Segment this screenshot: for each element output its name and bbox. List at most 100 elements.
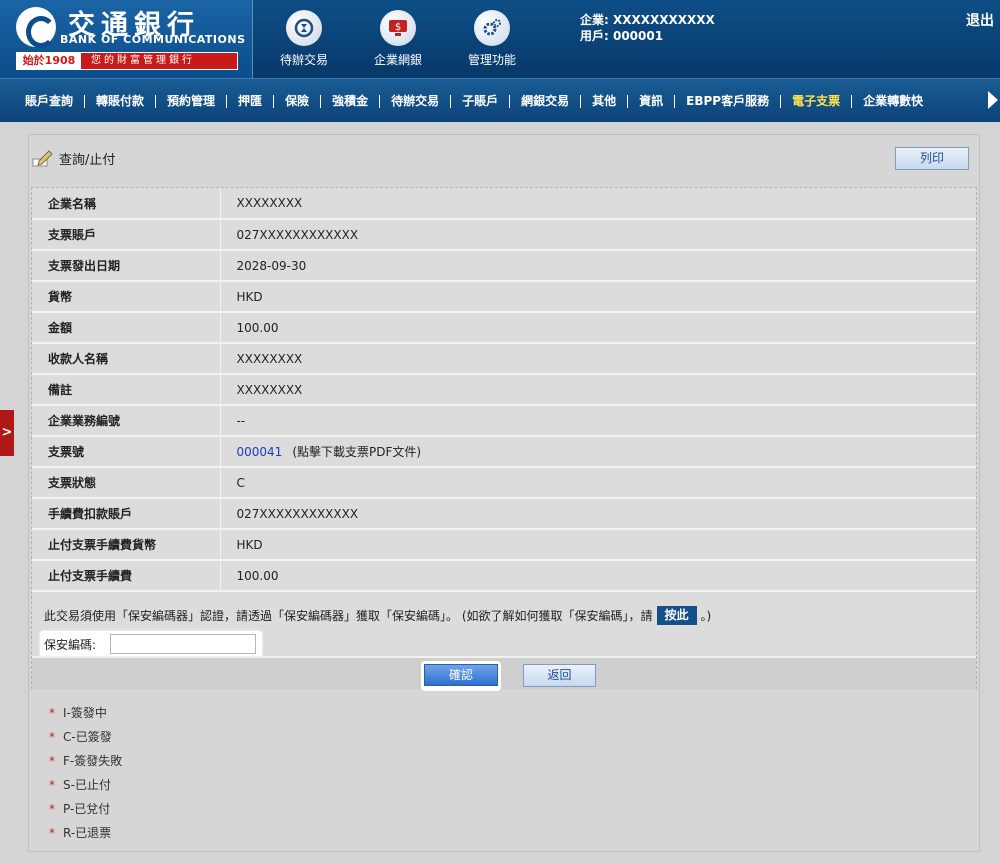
header-management-label: 管理功能: [467, 53, 516, 67]
side-panel-toggle[interactable]: >: [0, 410, 14, 456]
confirm-button-label: 確認: [424, 664, 498, 686]
header-pending-transactions[interactable]: 待辦交易: [259, 10, 349, 68]
legend-star-icon: *: [49, 706, 55, 720]
detail-value: 027XXXXXXXXXXXX: [236, 227, 359, 242]
detail-row: 支票發出日期 2028-09-30: [32, 250, 976, 282]
nav-item[interactable]: 待辦交易: [380, 94, 452, 108]
cheque-number-link[interactable]: 000041: [237, 445, 283, 459]
legend-text: S-已止付: [63, 778, 111, 792]
bank-logo[interactable]: 交通銀行 BANK OF COMMUNICATIONS 始於1908 您的財富管…: [0, 0, 253, 78]
user-line: 用戶: 000001: [580, 29, 664, 43]
detail-key: 止付支票手續費: [32, 560, 221, 592]
nav-item[interactable]: 企業轉數快: [852, 94, 934, 108]
detail-value: 100.00: [236, 320, 279, 335]
legend-text: P-已兌付: [63, 802, 111, 816]
legend-text: C-已簽發: [63, 730, 112, 744]
logout-link[interactable]: 退出: [966, 10, 994, 30]
legend-item: * F-簽發失敗: [49, 749, 122, 773]
detail-row: 止付支票手續費貨幣 HKD: [32, 529, 976, 561]
detail-value-cell: 100.00: [220, 312, 976, 344]
nav-item[interactable]: EBPP客戶服務: [675, 94, 782, 108]
detail-key: 手續費扣款賬戶: [32, 498, 221, 530]
detail-row: 金額 100.00: [32, 312, 976, 344]
legend-item: * P-已兌付: [49, 797, 122, 821]
detail-value-cell: HKD: [220, 529, 976, 561]
nav-item[interactable]: 強積金: [321, 94, 381, 108]
nav-item[interactable]: 押匯: [227, 94, 275, 108]
logo-tagline-strip: 始於1908 您的財富管理銀行: [16, 52, 238, 70]
legend-star-icon: *: [49, 754, 55, 768]
detail-key: 支票號: [32, 436, 221, 468]
security-code-label: 保安編碼:: [44, 637, 97, 652]
cheque-detail-table: 企業名稱 XXXXXXXX 支票賬戶 027XXXXXXXXXXXX 支票發出日期 202…: [32, 188, 976, 592]
detail-key: 備註: [32, 374, 221, 406]
detail-row: 企業名稱 XXXXXXXX: [32, 188, 976, 220]
page-title-text: 查詢/止付: [59, 153, 116, 168]
detail-row: 手續費扣款賬戶 027XXXXXXXXXXXX: [32, 498, 976, 530]
detail-key: 支票狀態: [32, 467, 221, 499]
header-management[interactable]: 管理功能: [447, 10, 537, 68]
security-note-end: 。): [700, 609, 712, 623]
legend-item: * S-已止付: [49, 773, 122, 797]
nav-item[interactable]: 子賬戶: [451, 94, 511, 108]
detail-value-cell: 000041 (點擊下載支票PDF文件): [220, 436, 976, 468]
security-code-input[interactable]: [110, 634, 257, 654]
nav-item[interactable]: 保險: [274, 94, 322, 108]
legend-text: R-已退票: [63, 826, 112, 840]
detail-row: 支票號 000041 (點擊下載支票PDF文件): [32, 436, 976, 468]
legend-text: F-簽發失敗: [63, 754, 123, 768]
logo-since: 始於1908: [17, 53, 81, 69]
action-bar: 確認 返回: [32, 656, 976, 691]
detail-row: 支票狀態 C: [32, 467, 976, 499]
detail-value: XXXXXXXX: [236, 196, 303, 210]
detail-key: 貨幣: [32, 281, 221, 313]
nav-item[interactable]: 電子支票: [781, 94, 853, 108]
detail-value-cell: 100.00: [220, 560, 976, 592]
detail-key: 止付支票手續費貨幣: [32, 529, 221, 561]
nav-item[interactable]: 其他: [581, 94, 629, 108]
click-here-button[interactable]: 按此: [656, 606, 697, 625]
legend-item: * R-已退票: [49, 821, 122, 845]
detail-value: HKD: [236, 537, 263, 552]
detail-key: 支票發出日期: [32, 250, 221, 282]
nav-item[interactable]: 資訊: [628, 94, 676, 108]
detail-value-cell: --: [220, 405, 976, 437]
nav-items: 賬戶查詢 轉賬付款 預約管理 押匯 保險 強積金 待辦交易 子賬戶 網銀交易 其他 資訊 EBPP客戶…: [14, 79, 934, 123]
nav-item[interactable]: 轉賬付款: [85, 94, 157, 108]
nav-item[interactable]: 網銀交易: [510, 94, 582, 108]
nav-scroll-right-icon[interactable]: [988, 91, 998, 109]
detail-value: 027XXXXXXXXXXXX: [236, 506, 359, 521]
detail-value-cell: XXXXXXXX: [220, 343, 976, 375]
detail-key: 企業名稱: [32, 188, 221, 220]
legend-star-icon: *: [49, 730, 55, 744]
header-corporate-banking[interactable]: $ 企業網銀: [353, 10, 443, 68]
cheque-pdf-hint: (點擊下載支票PDF文件): [292, 445, 422, 459]
detail-key: 企業業務編號: [32, 405, 221, 437]
detail-value-cell: XXXXXXXX: [220, 374, 976, 406]
pending-transactions-icon: [286, 10, 322, 46]
detail-row: 貨幣 HKD: [32, 281, 976, 313]
content-panel: 查詢/止付 列印 企業名稱 XXXXXXXX 支票賬戶 027XXXXXXXXXXXX…: [28, 134, 980, 852]
nav-item[interactable]: 賬戶查詢: [14, 94, 86, 108]
detail-value: HKD: [236, 289, 263, 304]
detail-value: XXXXXXXX: [236, 382, 303, 397]
legend-item: * I-簽發中: [49, 701, 122, 725]
back-button[interactable]: 返回: [523, 664, 596, 687]
detail-row: 備註 XXXXXXXX: [32, 374, 976, 406]
bank-name-english: BANK OF COMMUNICATIONS: [60, 33, 246, 46]
legend-text: I-簽發中: [63, 706, 107, 720]
detail-value: 100.00: [236, 568, 279, 583]
legend-star-icon: *: [49, 802, 55, 816]
security-code-row: 保安編碼:: [40, 631, 262, 657]
print-button[interactable]: 列印: [895, 147, 969, 170]
top-header: 交通銀行 BANK OF COMMUNICATIONS 始於1908 您的財富管…: [0, 0, 1000, 78]
header-corporate-label: 企業網銀: [373, 53, 422, 67]
confirm-button[interactable]: 確認: [421, 661, 501, 691]
user-info: 企業: XXXXXXXXXXX 用戶: 000001: [580, 12, 715, 44]
detail-value: XXXXXXXX: [236, 351, 303, 366]
bank-logo-icon: [16, 7, 56, 48]
detail-value: --: [236, 413, 246, 428]
detail-value-cell: HKD: [220, 281, 976, 313]
nav-item[interactable]: 預約管理: [156, 94, 228, 108]
corporate-banking-icon: $: [380, 10, 416, 46]
